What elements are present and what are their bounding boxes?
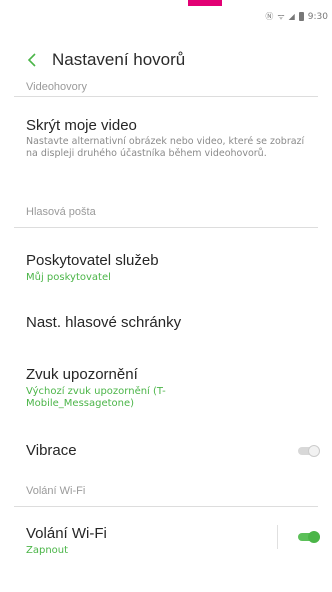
section-header-voicemail: Hlasová pošta [26, 206, 96, 218]
brand-strip [188, 0, 222, 6]
nfc-icon: Ⓝ [265, 12, 274, 21]
status-bar: Ⓝ ᯤ ◢ 9:30 [0, 8, 332, 30]
setting-wifi-calling[interactable]: Volání Wi-Fi Zapnout [0, 507, 332, 569]
setting-service-provider[interactable]: Poskytovatel služeb Můj poskytovatel [0, 228, 332, 296]
app-bar: Nastavení hovorů [0, 38, 332, 82]
setting-description: Nastavte alternativní obrázek nebo video… [26, 136, 305, 159]
setting-subtitle: Výchozí zvuk upozornění (T-Mobile_Messag… [26, 386, 166, 409]
setting-title: Zvuk upozornění [26, 366, 138, 383]
battery-icon [298, 12, 304, 21]
signal-icon: ◢ [288, 12, 295, 21]
status-time: 9:30 [307, 11, 328, 22]
setting-voicemail-settings[interactable]: Nast. hlasové schránky [0, 296, 332, 348]
vibration-toggle[interactable] [298, 445, 320, 457]
setting-hide-my-video[interactable]: Skrýt moje video Nastavte alternativní o… [0, 97, 332, 197]
wifi-calling-icon: ᯤ [277, 12, 285, 21]
setting-notification-sound[interactable]: Zvuk upozornění Výchozí zvuk upozornění … [0, 348, 332, 428]
vertical-separator [277, 525, 278, 549]
setting-title: Nast. hlasové schránky [26, 314, 182, 331]
section-header-video-calls: Videohovory [26, 82, 87, 93]
chevron-left-icon[interactable] [22, 50, 42, 70]
section-header-wifi-calling: Volání Wi-Fi [26, 485, 86, 497]
setting-title: Vibrace [26, 442, 77, 459]
setting-vibration[interactable]: Vibrace [0, 428, 332, 476]
setting-subtitle: Můj poskytovatel [26, 272, 111, 283]
setting-title: Volání Wi-Fi [26, 525, 107, 542]
wifi-calling-toggle[interactable] [298, 531, 320, 543]
setting-title: Skrýt moje video [26, 117, 137, 134]
setting-title: Poskytovatel služeb [26, 252, 159, 269]
setting-subtitle: Zapnout [26, 545, 69, 556]
page-title: Nastavení hovorů [52, 50, 186, 69]
settings-list[interactable]: Videohovory Skrýt moje video Nastavte al… [0, 82, 332, 592]
